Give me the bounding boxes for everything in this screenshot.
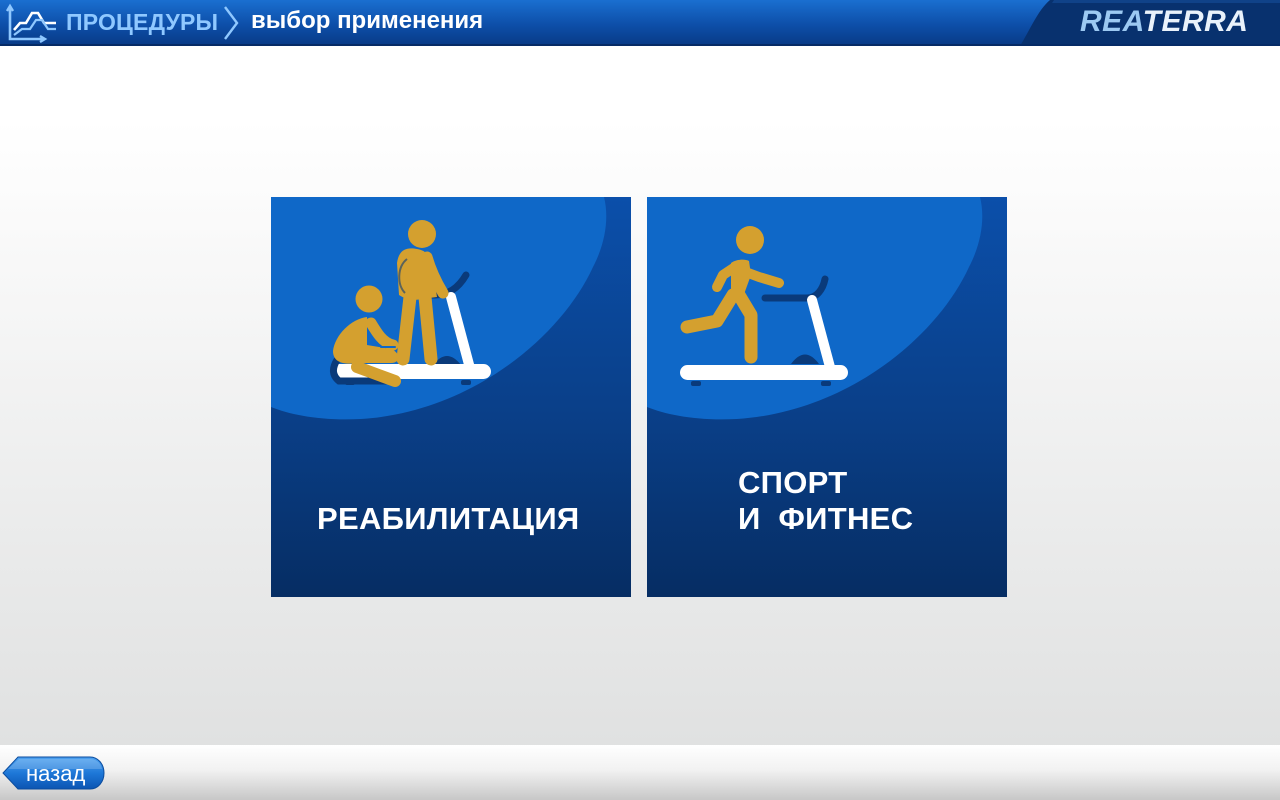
- sport-fitness-tile[interactable]: СПОРТ И ФИТНЕС: [647, 197, 1007, 597]
- brand-logo-part2: TERRA: [1142, 5, 1249, 38]
- back-button[interactable]: назад: [2, 756, 105, 790]
- back-button-label: назад: [26, 761, 86, 786]
- header-bar: ПРОЦЕДУРЫ выбор применения REATERRA: [0, 0, 1280, 46]
- page-title: выбор применения: [251, 7, 484, 34]
- rehabilitation-treadmill-icon: [330, 220, 491, 387]
- running-treadmill-icon: [680, 226, 848, 386]
- brand-logo: REATERRA: [1080, 5, 1248, 39]
- brand-logo-part1: REA: [1080, 5, 1143, 38]
- rehabilitation-tile[interactable]: РЕАБИЛИТАЦИЯ: [271, 197, 631, 597]
- chevron-right-icon: [224, 6, 239, 40]
- procedures-chart-icon[interactable]: [4, 3, 62, 43]
- header-divider: [0, 44, 1280, 46]
- footer-bar: назад: [0, 745, 1280, 800]
- sport-fitness-label: СПОРТ И ФИТНЕС: [738, 465, 914, 536]
- breadcrumb-procedures[interactable]: ПРОЦЕДУРЫ: [66, 9, 218, 36]
- rehabilitation-label: РЕАБИЛИТАЦИЯ: [317, 501, 580, 536]
